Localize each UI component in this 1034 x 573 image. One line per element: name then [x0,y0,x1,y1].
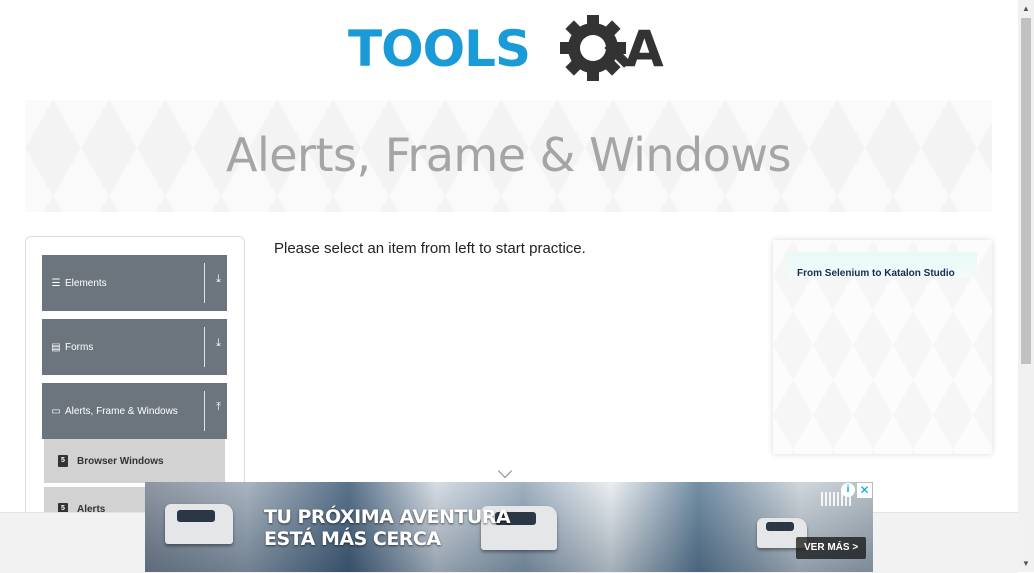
sidebar-item-browser-windows[interactable]: 5 Browser Windows [44,439,225,485]
scroll-down-icon[interactable]: ▼ [1022,559,1030,568]
close-icon[interactable]: ✕ [857,483,872,498]
bottom-banner-ad[interactable]: TU PRÓXIMA AVENTURA ESTÁ MÁS CERCA VER M… [145,482,873,572]
info-icon[interactable]: i [841,483,855,497]
page-banner: Alerts, Frame & Windows [25,100,992,212]
side-ad[interactable]: From Selenium to Katalon Studio [773,240,992,454]
download-arrow-icon[interactable]: ⤓ [216,273,221,286]
hamburger-icon: ☰ [51,277,61,289]
scrollbar-thumb[interactable] [1021,18,1031,364]
form-icon: ▤ [51,341,61,353]
ad-headline[interactable]: TU PRÓXIMA AVENTURA ESTÁ MÁS CERCA [264,506,511,550]
upload-arrow-icon[interactable]: ⤒ [216,401,221,414]
group-alerts-frame-windows[interactable]: ▭ Alerts, Frame & Windows ⤒ [42,383,227,439]
chevron-down-icon[interactable] [497,463,513,479]
ad-headline-line1: TU PRÓXIMA AVENTURA [264,506,511,528]
ad-strip[interactable]: From Selenium to Katalon Studio [787,252,977,278]
practice-message: Please select an item from left to start… [274,240,586,257]
window-icon: ▭ [51,405,61,417]
group-alerts-label: Alerts, Frame & Windows [65,405,178,417]
gear-icon [560,15,631,81]
group-elements[interactable]: ☰ Elements ⤓ [42,255,227,311]
logo-text-tools: TOOLS [348,20,530,78]
html5-icon: 5 [58,455,68,467]
logo-text-a: A [625,20,664,78]
download-arrow-icon[interactable]: ⤓ [216,337,221,350]
toolsqa-logo[interactable]: TOOLS A [348,14,678,94]
group-forms[interactable]: ▤ Forms ⤓ [42,319,227,375]
ad-headline-line2: ESTÁ MÁS CERCA [264,528,441,550]
group-forms-label: Forms [65,341,94,353]
scrollbar[interactable]: ▲ ▼ [1018,0,1034,572]
sidebar-item-label: Browser Windows [77,455,164,467]
ver-mas-button[interactable]: VER MÁS > [796,537,867,559]
page-title: Alerts, Frame & Windows [226,128,791,182]
divider [204,263,205,303]
car-image [165,504,233,544]
scroll-up-icon[interactable]: ▲ [1022,4,1030,13]
divider [204,327,205,367]
side-ad-text[interactable]: From Selenium to Katalon Studio [797,268,955,278]
divider [204,391,205,431]
group-elements-label: Elements [65,277,107,289]
